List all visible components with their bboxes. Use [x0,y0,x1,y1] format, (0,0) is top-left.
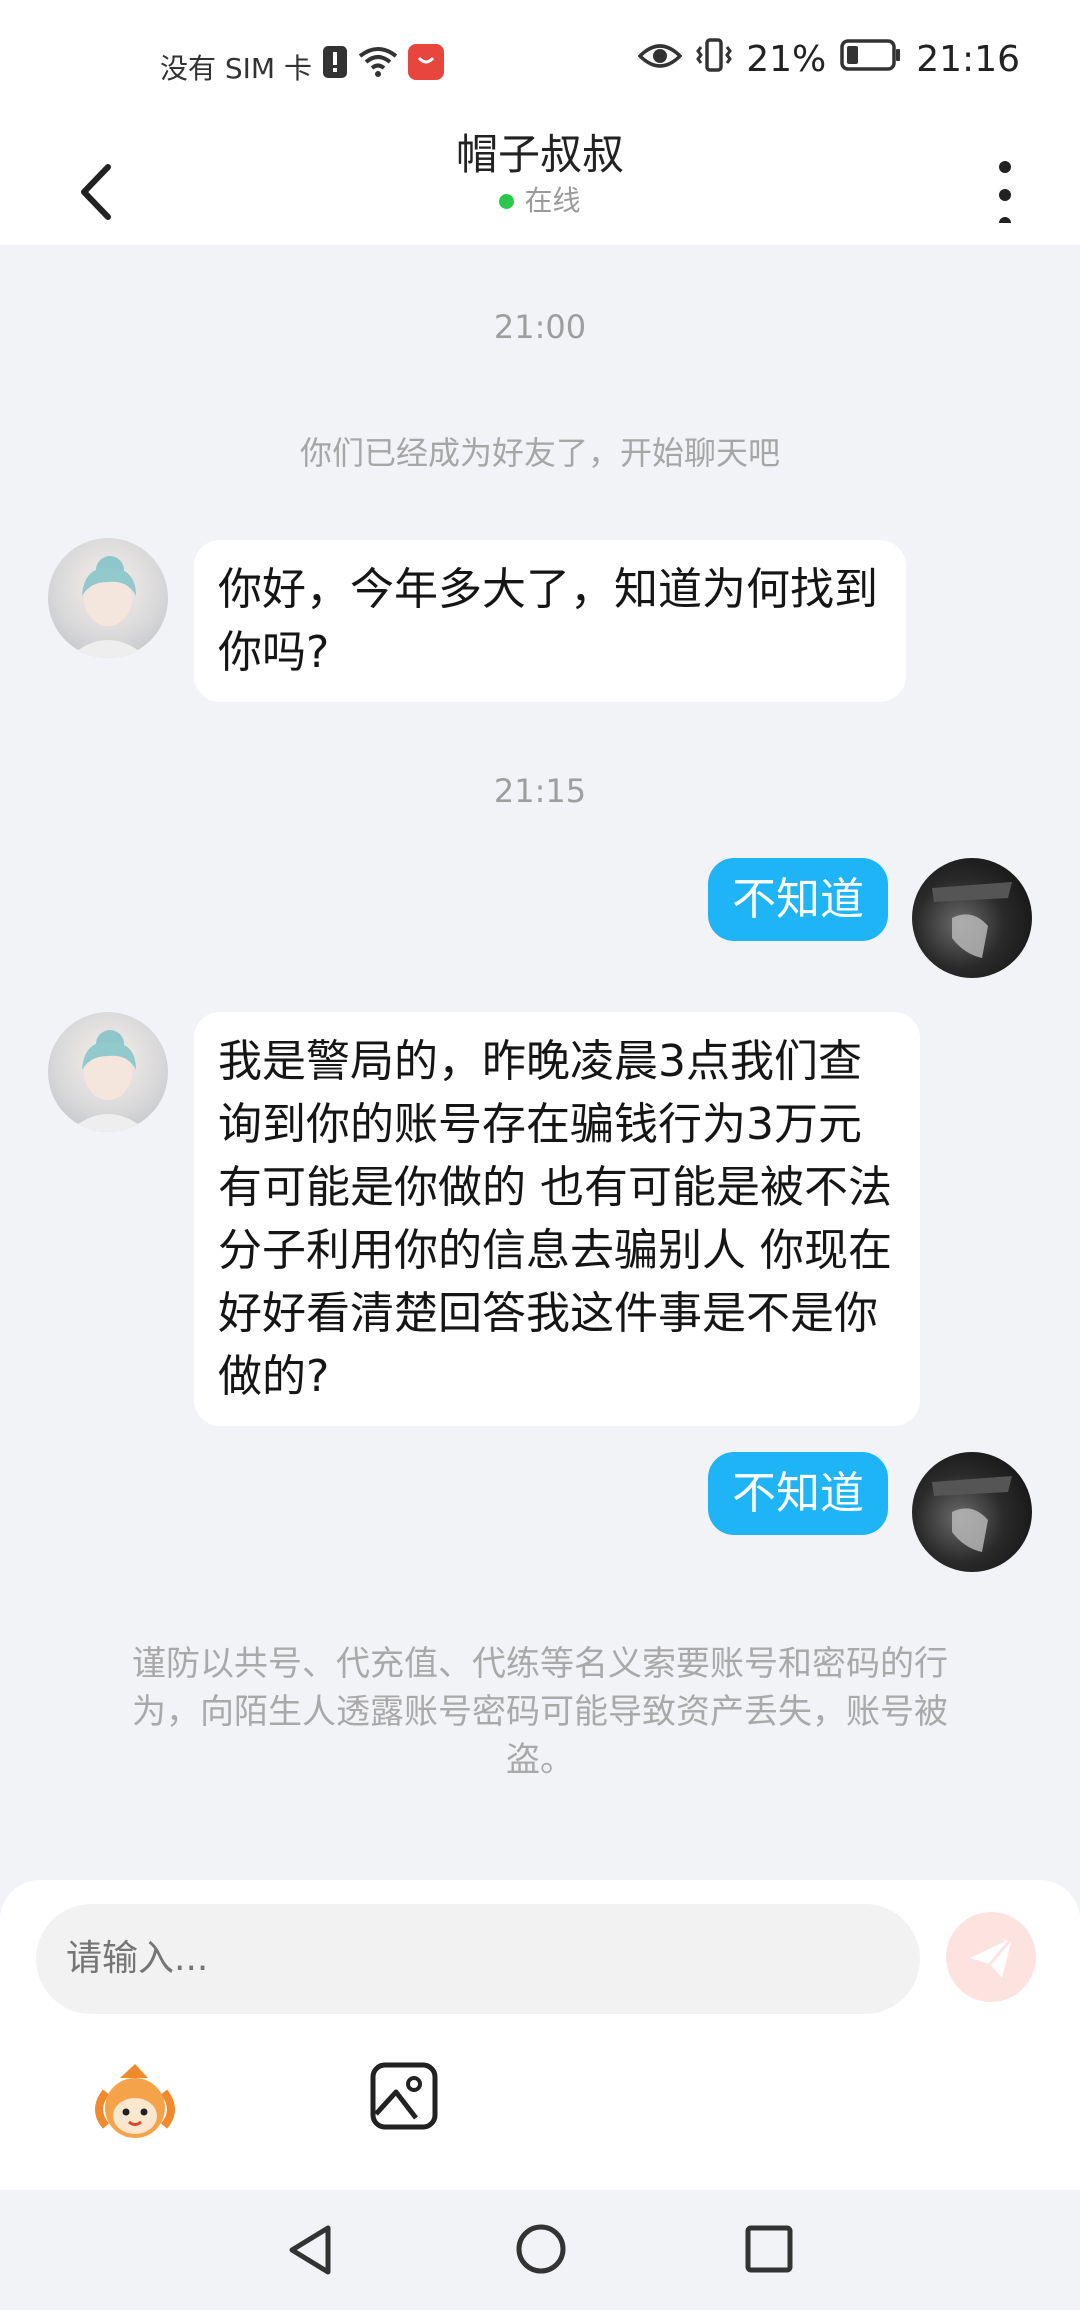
system-nav-bar [0,2190,1080,2310]
nav-back-icon [289,2225,331,2275]
avatar[interactable] [912,1452,1032,1572]
nav-recent-icon [745,2225,793,2273]
avatar[interactable] [48,538,168,658]
user-avatar-image [932,1476,1012,1552]
online-status: 在线 [499,183,581,219]
message-input[interactable] [36,1904,920,2014]
status-bar: 没有 SIM 卡 21% 21:16 [0,0,1080,125]
composer [0,1880,1080,2190]
message-sent[interactable]: 不知道 [708,1452,888,1535]
avatar[interactable] [48,1012,168,1132]
message-text: 不知道 [732,874,864,925]
status-right: 21% 21:16 [637,38,1020,81]
emoji-character-icon [95,2064,175,2138]
online-label: 在线 [524,184,581,217]
status-left: 没有 SIM 卡 [160,44,444,89]
eye-icon [637,39,683,80]
contact-avatar-image [68,1030,148,1132]
message-text: 不知道 [732,1468,864,1519]
sim-alert-icon [322,45,348,88]
security-warning: 谨防以共号、代充值、代练等名义索要账号和密码的行为，向陌生人透露账号密码可能导致… [132,1644,948,1780]
vibrate-icon [696,38,733,81]
image-button[interactable] [368,2060,440,2132]
app-store-icon [408,44,444,89]
contact-name: 帽子叔叔 [455,130,624,179]
timestamp: 21:00 [493,308,587,346]
contact-avatar-image [68,556,148,658]
nav-recent-button[interactable] [744,2224,794,2278]
send-button[interactable] [946,1912,1036,2002]
avatar[interactable] [912,858,1032,978]
more-button[interactable] [990,147,1020,229]
battery-icon [840,38,902,81]
more-vertical-icon [999,161,1011,229]
online-dot [499,193,515,209]
image-icon [370,2062,438,2130]
nav-back-button[interactable] [284,2222,336,2282]
nav-home-icon [516,2224,566,2274]
nav-home-button[interactable] [514,2222,568,2280]
system-note: 你们已经成为好友了，开始聊天吧 [299,434,780,472]
send-icon [970,1937,1014,1978]
battery-percent: 21% [746,39,827,80]
emoji-button[interactable] [90,2060,180,2150]
message-sent[interactable]: 不知道 [708,858,888,941]
message-text: 我是警局的，昨晚凌晨3点我们查询到你的账号存在骗钱行为3万元 有可能是你做的 也… [218,1036,892,1402]
message-received[interactable]: 我是警局的，昨晚凌晨3点我们查询到你的账号存在骗钱行为3万元 有可能是你做的 也… [194,1012,920,1426]
title-block: 帽子叔叔 在线 [0,127,1080,219]
message-text: 你好，今年多大了，知道为何找到你吗? [218,564,878,678]
timestamp: 21:15 [493,772,587,810]
clock: 21:16 [916,39,1020,80]
message-received[interactable]: 你好，今年多大了，知道为何找到你吗? [194,540,906,702]
wifi-icon [358,46,398,87]
carrier-text: 没有 SIM 卡 [160,51,312,85]
chat-header: 帽子叔叔 在线 [0,125,1080,245]
user-avatar-image [932,882,1012,958]
